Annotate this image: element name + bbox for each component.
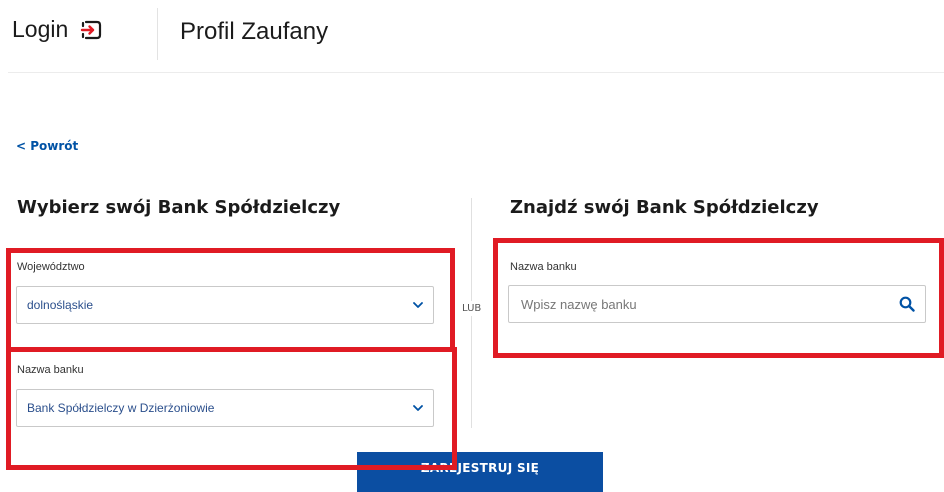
bank-name-value: Bank Spółdzielczy w Dzierżoniowie [27, 401, 215, 415]
logo-text: Login [12, 16, 69, 42]
page-title: Profil Zaufany [180, 18, 329, 45]
search-icon [899, 296, 915, 312]
chevron-down-icon [413, 404, 423, 411]
search-bank-label: Nazwa banku [510, 261, 577, 273]
bank-name-label: Nazwa banku [17, 364, 84, 376]
register-button[interactable]: ZAREJESTRUJ SIĘ [357, 452, 603, 492]
bank-search-field[interactable] [508, 285, 926, 323]
voivodeship-value: dolnośląskie [27, 298, 94, 312]
find-bank-title: Znajdź swój Bank Spółdzielczy [510, 197, 819, 218]
bank-search-input[interactable] [519, 295, 897, 313]
login-logo[interactable]: Login [12, 16, 104, 43]
choose-bank-title: Wybierz swój Bank Spółdzielczy [17, 197, 341, 218]
header-separator [8, 72, 944, 73]
search-button[interactable] [897, 294, 917, 314]
header-divider [157, 8, 158, 60]
chevron-down-icon [413, 301, 423, 308]
login-icon [81, 20, 102, 39]
or-label: LUB [462, 301, 482, 316]
voivodeship-select[interactable]: dolnośląskie [16, 286, 434, 324]
page-header: Login Profil Zaufany [0, 0, 944, 73]
bank-name-select[interactable]: Bank Spółdzielczy w Dzierżoniowie [16, 389, 434, 427]
voivodeship-label: Województwo [17, 261, 85, 273]
back-link[interactable]: < Powrót [16, 139, 78, 153]
